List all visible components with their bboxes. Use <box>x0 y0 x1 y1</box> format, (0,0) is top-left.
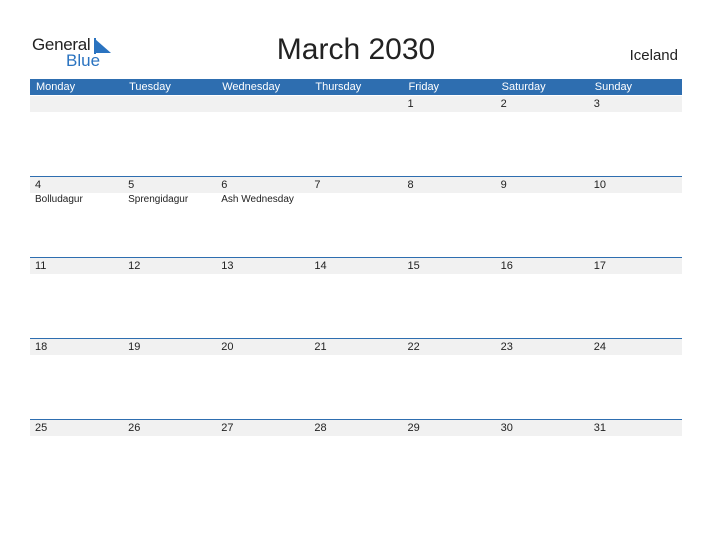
day-number[interactable]: 14 <box>309 258 402 274</box>
weekday-wednesday: Wednesday <box>222 81 281 93</box>
day-number[interactable]: 28 <box>309 420 402 436</box>
holiday-label <box>589 193 682 207</box>
day-number[interactable]: 31 <box>589 420 682 436</box>
day-number-row: 4 5 6 7 8 9 10 <box>30 177 682 193</box>
day-number[interactable]: 16 <box>496 258 589 274</box>
day-number[interactable]: 17 <box>589 258 682 274</box>
day-number[interactable]: 2 <box>496 96 589 112</box>
day-number[interactable]: 25 <box>30 420 123 436</box>
weekday-sunday: Sunday <box>594 81 633 93</box>
day-number[interactable]: 12 <box>123 258 216 274</box>
weekday-tuesday: Tuesday <box>129 81 171 93</box>
day-number[interactable]: 7 <box>309 177 402 193</box>
week-row: 4 5 6 7 8 9 10 Bolludagur Sprengidagur Ash Wednes… <box>30 176 682 207</box>
day-number[interactable] <box>30 96 123 112</box>
day-number-row: 18 19 20 21 22 23 24 <box>30 339 682 355</box>
holiday-label: Sprengidagur <box>128 194 189 205</box>
day-number[interactable] <box>123 96 216 112</box>
day-number[interactable]: 3 <box>589 96 682 112</box>
day-number[interactable]: 8 <box>403 177 496 193</box>
day-number[interactable]: 24 <box>589 339 682 355</box>
day-number[interactable]: 15 <box>403 258 496 274</box>
week-row: 123 <box>30 96 682 112</box>
day-number[interactable]: 19 <box>123 339 216 355</box>
day-number[interactable]: 4 <box>30 177 123 193</box>
week-row: 25 26 27 28 29 30 31 <box>30 419 682 436</box>
day-number[interactable]: 20 <box>216 339 309 355</box>
day-number-row: 11 12 13 14 15 16 17 <box>30 258 682 274</box>
weekday-friday: Friday <box>408 81 440 93</box>
day-number[interactable]: 27 <box>216 420 309 436</box>
day-number[interactable]: 6 <box>216 177 309 193</box>
day-number[interactable]: 11 <box>30 258 123 274</box>
holiday-label <box>403 193 496 207</box>
day-number-row: 25 26 27 28 29 30 31 <box>30 420 682 436</box>
day-number[interactable]: 29 <box>403 420 496 436</box>
day-number[interactable]: 13 <box>216 258 309 274</box>
weekday-monday: Monday <box>36 81 76 93</box>
week-row: 18 19 20 21 22 23 24 <box>30 338 682 355</box>
calendar-title: March 2030 <box>276 33 436 66</box>
holiday-label: Ash Wednesday <box>221 194 294 205</box>
day-number[interactable]: 23 <box>496 339 589 355</box>
country-label: Iceland <box>629 47 678 64</box>
week-row: 11 12 13 14 15 16 17 <box>30 257 682 274</box>
day-number[interactable]: 10 <box>589 177 682 193</box>
event-row: Bolludagur Sprengidagur Ash Wednesday <box>30 193 682 207</box>
day-number[interactable]: 18 <box>30 339 123 355</box>
weekday-saturday: Saturday <box>501 81 546 93</box>
weekday-thursday: Thursday <box>315 81 362 93</box>
day-number[interactable]: 21 <box>309 339 402 355</box>
day-number[interactable]: 5 <box>123 177 216 193</box>
day-number[interactable]: 30 <box>496 420 589 436</box>
holiday-label <box>496 193 589 207</box>
holiday-label <box>309 193 402 207</box>
day-number[interactable]: 26 <box>123 420 216 436</box>
day-number[interactable]: 9 <box>496 177 589 193</box>
weekday-header: Monday Tuesday Wednesday Thursday Friday… <box>30 79 682 95</box>
holiday-label: Bolludagur <box>35 194 83 205</box>
day-number[interactable]: 22 <box>403 339 496 355</box>
day-number[interactable] <box>309 96 402 112</box>
day-number-row: 123 <box>30 96 682 112</box>
day-number[interactable]: 1 <box>403 96 496 112</box>
day-number[interactable] <box>216 96 309 112</box>
